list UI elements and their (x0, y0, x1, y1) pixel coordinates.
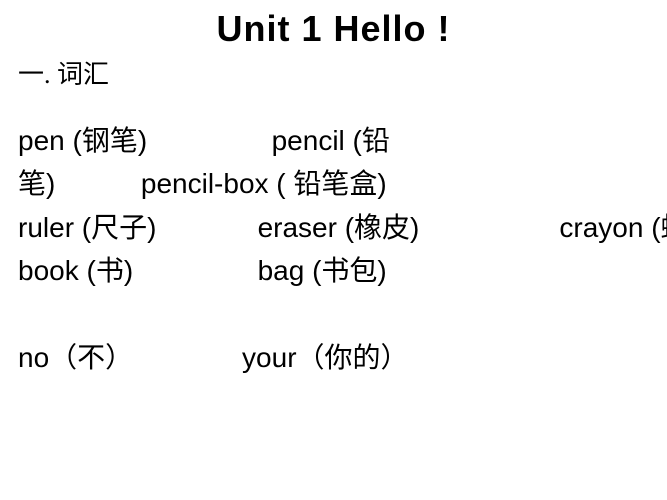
vocabulary-block: pen (钢笔) pencil (铅 笔) pencil-box ( 铅笔盒) … (0, 119, 667, 379)
vocab-line: no（不） your（你的） (18, 336, 649, 379)
blank-line (18, 293, 649, 336)
vocab-line: book (书) bag (书包) (18, 249, 649, 292)
vocab-line: pen (钢笔) pencil (铅 (18, 119, 649, 162)
vocab-line: 笔) pencil-box ( 铅笔盒) (18, 162, 649, 205)
vocab-line: ruler (尺子) eraser (橡皮) crayon (蜡笔) (18, 206, 649, 249)
page-title: Unit 1 Hello ! (0, 0, 667, 54)
section-header: 一. 词汇 (0, 54, 667, 91)
